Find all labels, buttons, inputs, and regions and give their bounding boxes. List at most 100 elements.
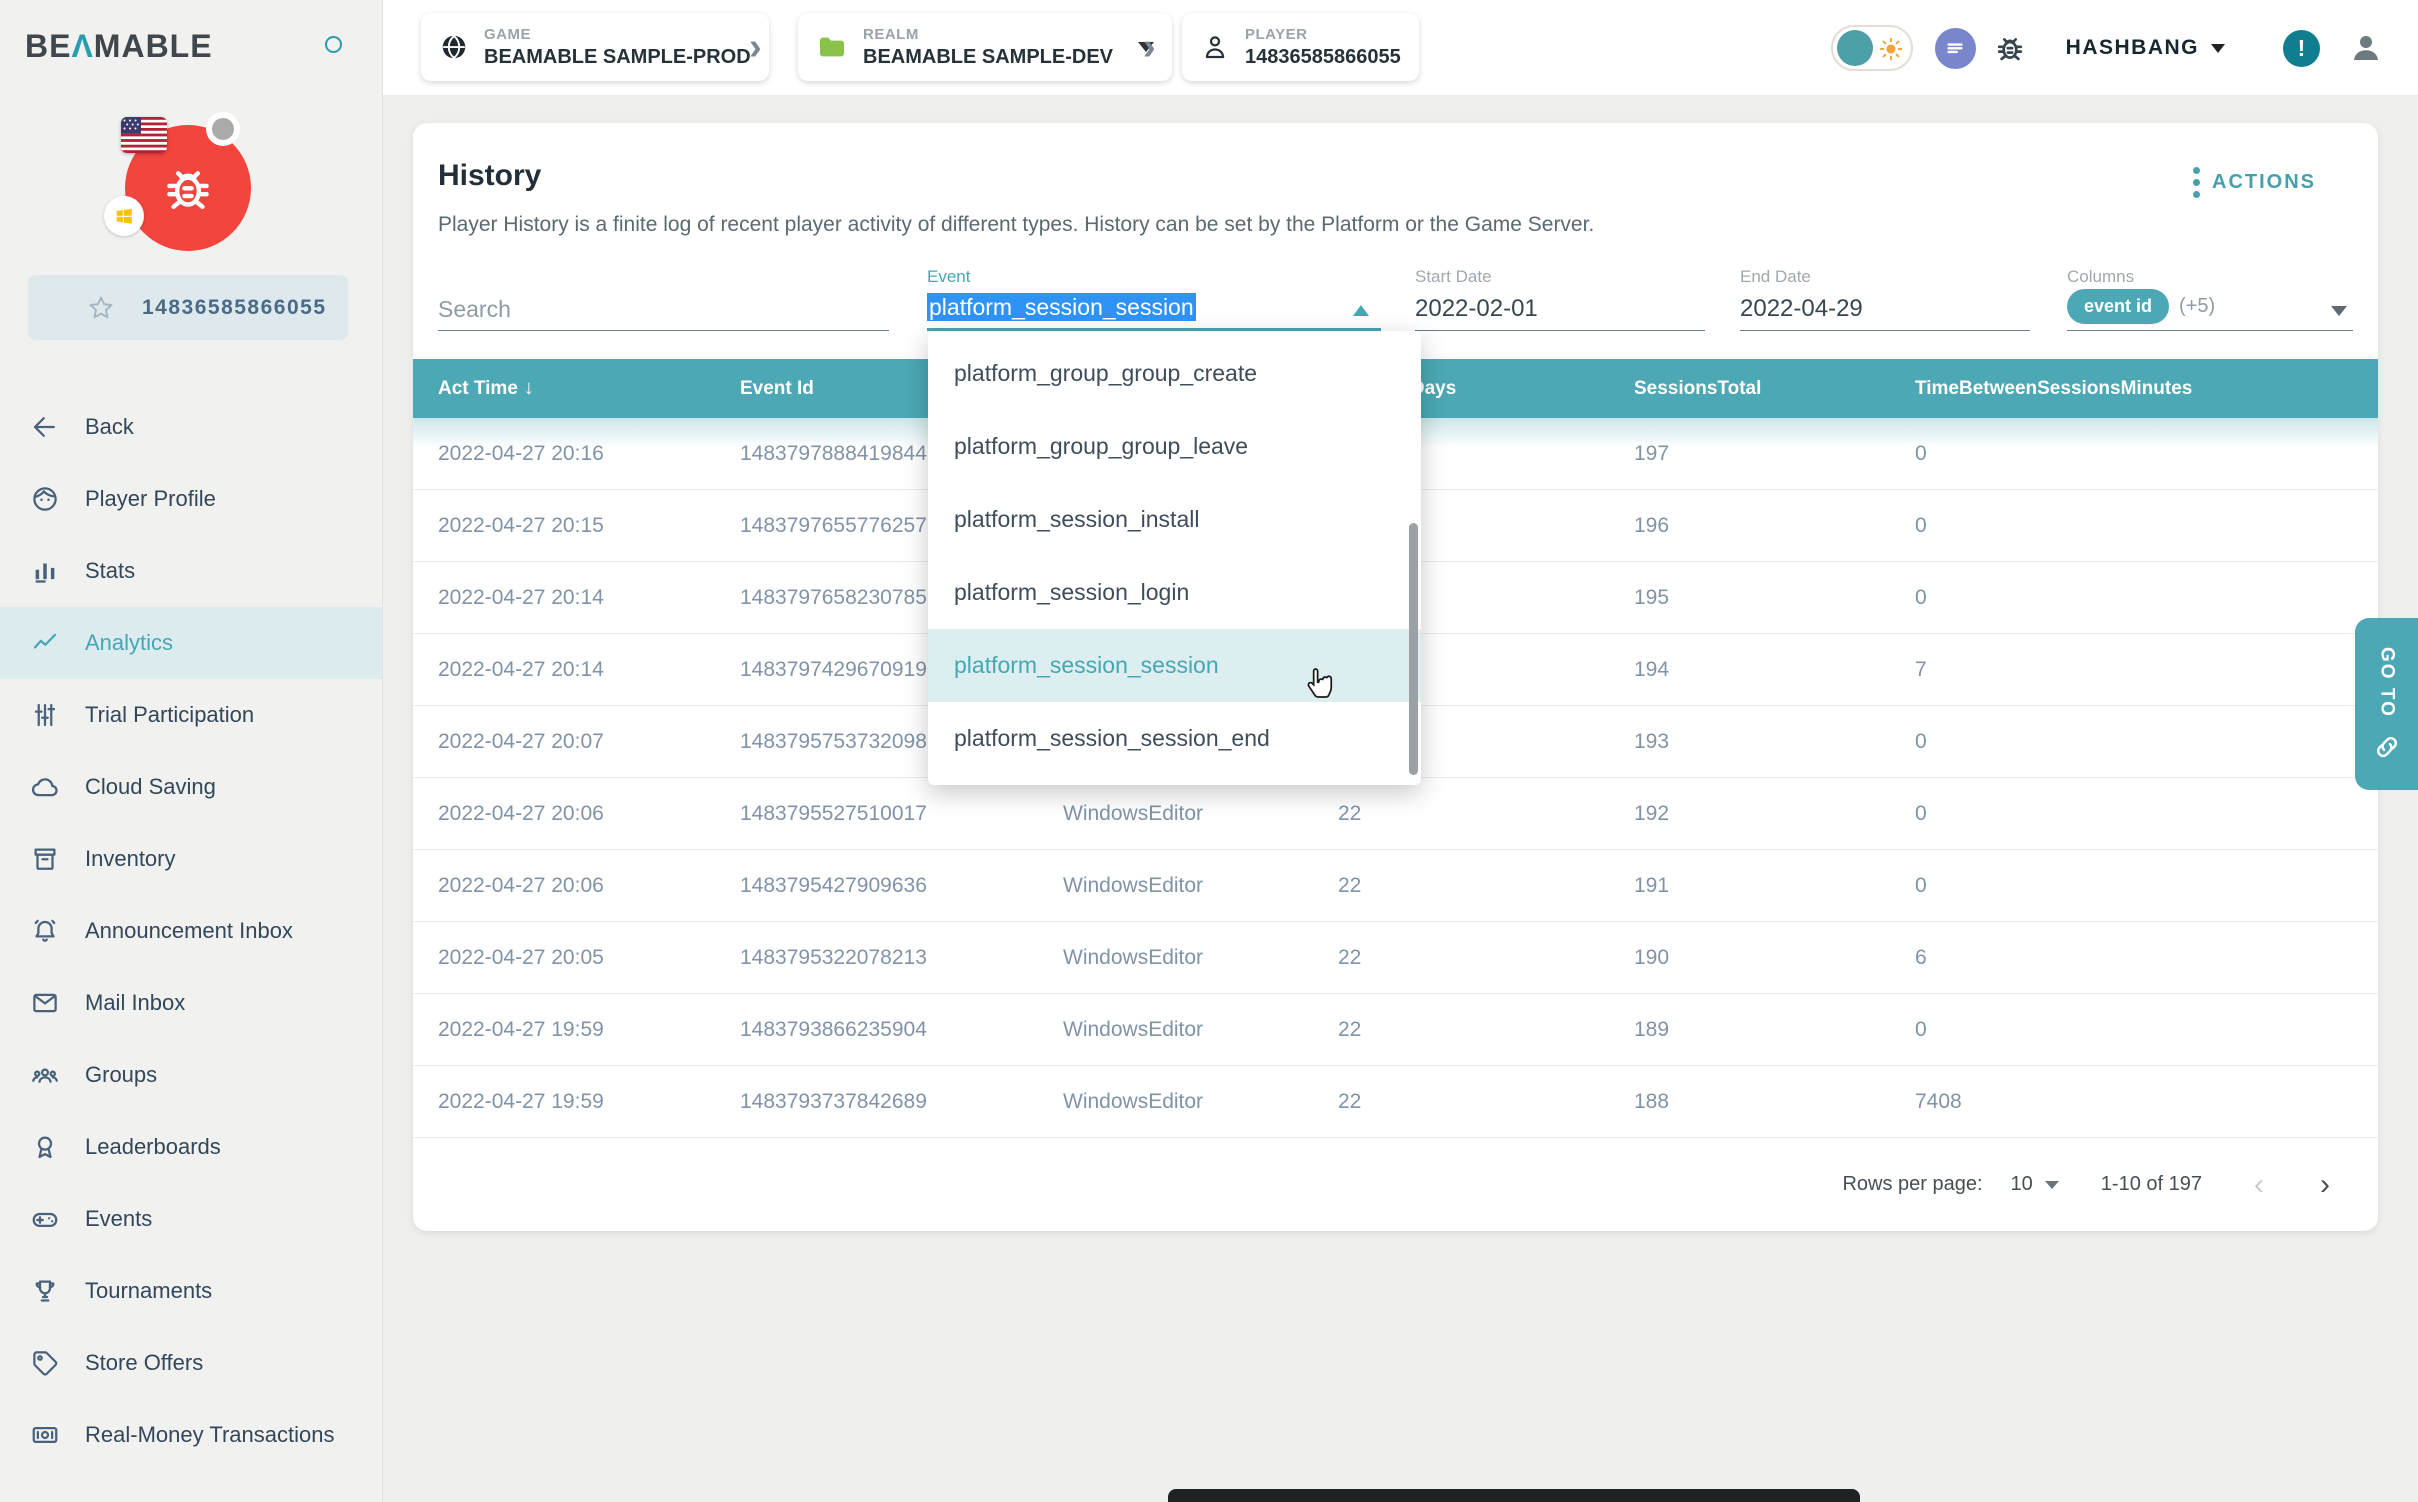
breadcrumb-label: GAME	[484, 26, 751, 43]
column-chip[interactable]: event id	[2067, 289, 2169, 324]
sidebar-item-back[interactable]: Back	[0, 391, 382, 463]
table-cell: 22	[1338, 1018, 1634, 1042]
sort-arrow-icon: ↓	[524, 377, 534, 399]
sidebar-item-mail-inbox[interactable]: Mail Inbox	[0, 967, 382, 1039]
sidebar-item-leaderboards[interactable]: Leaderboards	[0, 1111, 382, 1183]
stats-icon	[30, 556, 60, 586]
previous-page-button[interactable]: ‹	[2254, 1168, 2264, 1202]
table-row[interactable]: 2022-04-27 20:051483795322078213WindowsE…	[413, 922, 2378, 994]
theme-toggle[interactable]	[1831, 25, 1913, 71]
table-cell: 2022-04-27 20:14	[438, 658, 740, 682]
table-cell: 7408	[1915, 1090, 2378, 1114]
star-icon[interactable]	[86, 293, 116, 323]
bell-icon	[30, 916, 60, 946]
breadcrumb-label: PLAYER	[1245, 26, 1401, 43]
columns-select[interactable]: Columns event id (+5)	[2067, 267, 2353, 331]
dropdown-scrollbar[interactable]	[1409, 523, 1418, 775]
sidebar-item-stats[interactable]: Stats	[0, 535, 382, 607]
arrow-left-icon	[30, 412, 60, 442]
event-option[interactable]: platform_session_session	[928, 629, 1421, 702]
breadcrumb-value: 14836585866055	[1245, 46, 1401, 69]
actions-button[interactable]: ACTIONS	[2193, 167, 2316, 198]
columns-more: (+5)	[2179, 295, 2215, 318]
table-cell: 0	[1915, 442, 2378, 466]
sidebar-item-store-offers[interactable]: Store Offers	[0, 1327, 382, 1399]
event-option[interactable]: platform_group_group_create	[928, 337, 1421, 410]
medal-icon	[30, 1132, 60, 1162]
search-input[interactable]: Search	[438, 267, 889, 331]
breadcrumb-realm[interactable]: REALM BEAMABLE SAMPLE-DEV	[798, 13, 1172, 81]
sidebar-item-label: Player Profile	[85, 486, 216, 512]
sidebar-item-analytics[interactable]: Analytics	[0, 607, 382, 679]
page-description: Player History is a finite log of recent…	[438, 213, 1594, 237]
table-row[interactable]: 2022-04-27 19:591483793737842689WindowsE…	[413, 1066, 2378, 1138]
event-option[interactable]: platform_session_login	[928, 556, 1421, 629]
account-menu[interactable]: HASHBANG	[2066, 36, 2225, 60]
sidebar-item-real-money-transactions[interactable]: Real-Money Transactions	[0, 1399, 382, 1471]
windows-badge	[104, 196, 144, 236]
player-id-box[interactable]: 14836585866055	[28, 275, 348, 340]
chevron-down-icon[interactable]	[2331, 306, 2347, 316]
sidebar-item-groups[interactable]: Groups	[0, 1039, 382, 1111]
sidebar-item-tournaments[interactable]: Tournaments	[0, 1255, 382, 1327]
table-cell: 2022-04-27 20:05	[438, 946, 740, 970]
sidebar-item-trial-participation[interactable]: Trial Participation	[0, 679, 382, 751]
column-header[interactable]: Act Time↓	[438, 377, 740, 400]
usa-flag-icon	[121, 117, 167, 153]
sidebar-item-label: Announcement Inbox	[85, 918, 293, 944]
table-cell: 22	[1338, 946, 1634, 970]
table-cell: 189	[1634, 1018, 1915, 1042]
report-bug-button[interactable]	[1992, 30, 2028, 66]
table-cell: 195	[1634, 586, 1915, 610]
player-id: 14836585866055	[142, 296, 327, 320]
event-option[interactable]: platform_group_group_leave	[928, 410, 1421, 483]
breadcrumb-player[interactable]: PLAYER 14836585866055	[1182, 13, 1419, 81]
sidebar-item-label: Analytics	[85, 630, 173, 656]
column-header[interactable]: TimeBetweenSessionsMinutes	[1915, 378, 2378, 400]
alerts-button[interactable]: !	[2283, 30, 2320, 67]
trial-icon	[30, 700, 60, 730]
profile-button[interactable]	[2348, 30, 2384, 66]
event-option[interactable]: platform_session_install	[928, 483, 1421, 556]
start-date-input[interactable]: Start Date 2022-02-01	[1415, 267, 1705, 331]
event-label: Event	[927, 267, 1381, 287]
table-cell: 22	[1338, 1090, 1634, 1114]
sidebar-item-player-profile[interactable]: Player Profile	[0, 463, 382, 535]
goto-label: GO TO	[2376, 647, 2398, 718]
table-row[interactable]: 2022-04-27 20:061483795427909636WindowsE…	[413, 850, 2378, 922]
trophy-icon	[30, 1276, 60, 1306]
table-row[interactable]: 2022-04-27 19:591483793866235904WindowsE…	[413, 994, 2378, 1066]
table-cell: 0	[1915, 730, 2378, 754]
table-cell: 2022-04-27 19:59	[438, 1018, 740, 1042]
sidebar-item-label: Mail Inbox	[85, 990, 185, 1016]
table-row[interactable]: 2022-04-27 20:061483795527510017WindowsE…	[413, 778, 2378, 850]
sidebar-item-cloud-saving[interactable]: Cloud Saving	[0, 751, 382, 823]
table-cell: 1483795322078213	[740, 946, 1063, 970]
event-select[interactable]: Event platform_session_session	[927, 267, 1381, 331]
goto-button[interactable]: GO TO	[2355, 618, 2418, 790]
page-title: History	[438, 159, 541, 193]
event-option[interactable]: platform_session_session_end	[928, 702, 1421, 775]
sidebar-item-label: Inventory	[85, 846, 176, 872]
table-cell: 7	[1915, 658, 2378, 682]
column-header[interactable]: SessionsTotal	[1634, 378, 1915, 400]
chevron-up-icon[interactable]	[1353, 305, 1369, 316]
rows-per-page-label: Rows per page:	[1842, 1173, 1982, 1196]
table-cell: 6	[1915, 946, 2378, 970]
breadcrumb-label: REALM	[863, 26, 1113, 43]
table-cell: 2022-04-27 20:16	[438, 442, 740, 466]
end-date-input[interactable]: End Date 2022-04-29	[1740, 267, 2030, 331]
sidebar-item-label: Trial Participation	[85, 702, 254, 728]
breadcrumb-game[interactable]: GAME BEAMABLE SAMPLE-PROD	[421, 13, 769, 81]
menu-button[interactable]	[1935, 28, 1976, 69]
sidebar-item-announcement-inbox[interactable]: Announcement Inbox	[0, 895, 382, 967]
sidebar-item-inventory[interactable]: Inventory	[0, 823, 382, 895]
bug-avatar-icon	[157, 157, 219, 219]
sidebar-item-events[interactable]: Events	[0, 1183, 382, 1255]
rows-per-page-select[interactable]: 10	[2011, 1173, 2059, 1196]
table-cell: 2022-04-27 20:15	[438, 514, 740, 538]
end-date-label: End Date	[1740, 267, 2030, 287]
table-cell: 0	[1915, 514, 2378, 538]
table-cell: 2022-04-27 20:06	[438, 874, 740, 898]
next-page-button[interactable]: ›	[2320, 1168, 2330, 1202]
